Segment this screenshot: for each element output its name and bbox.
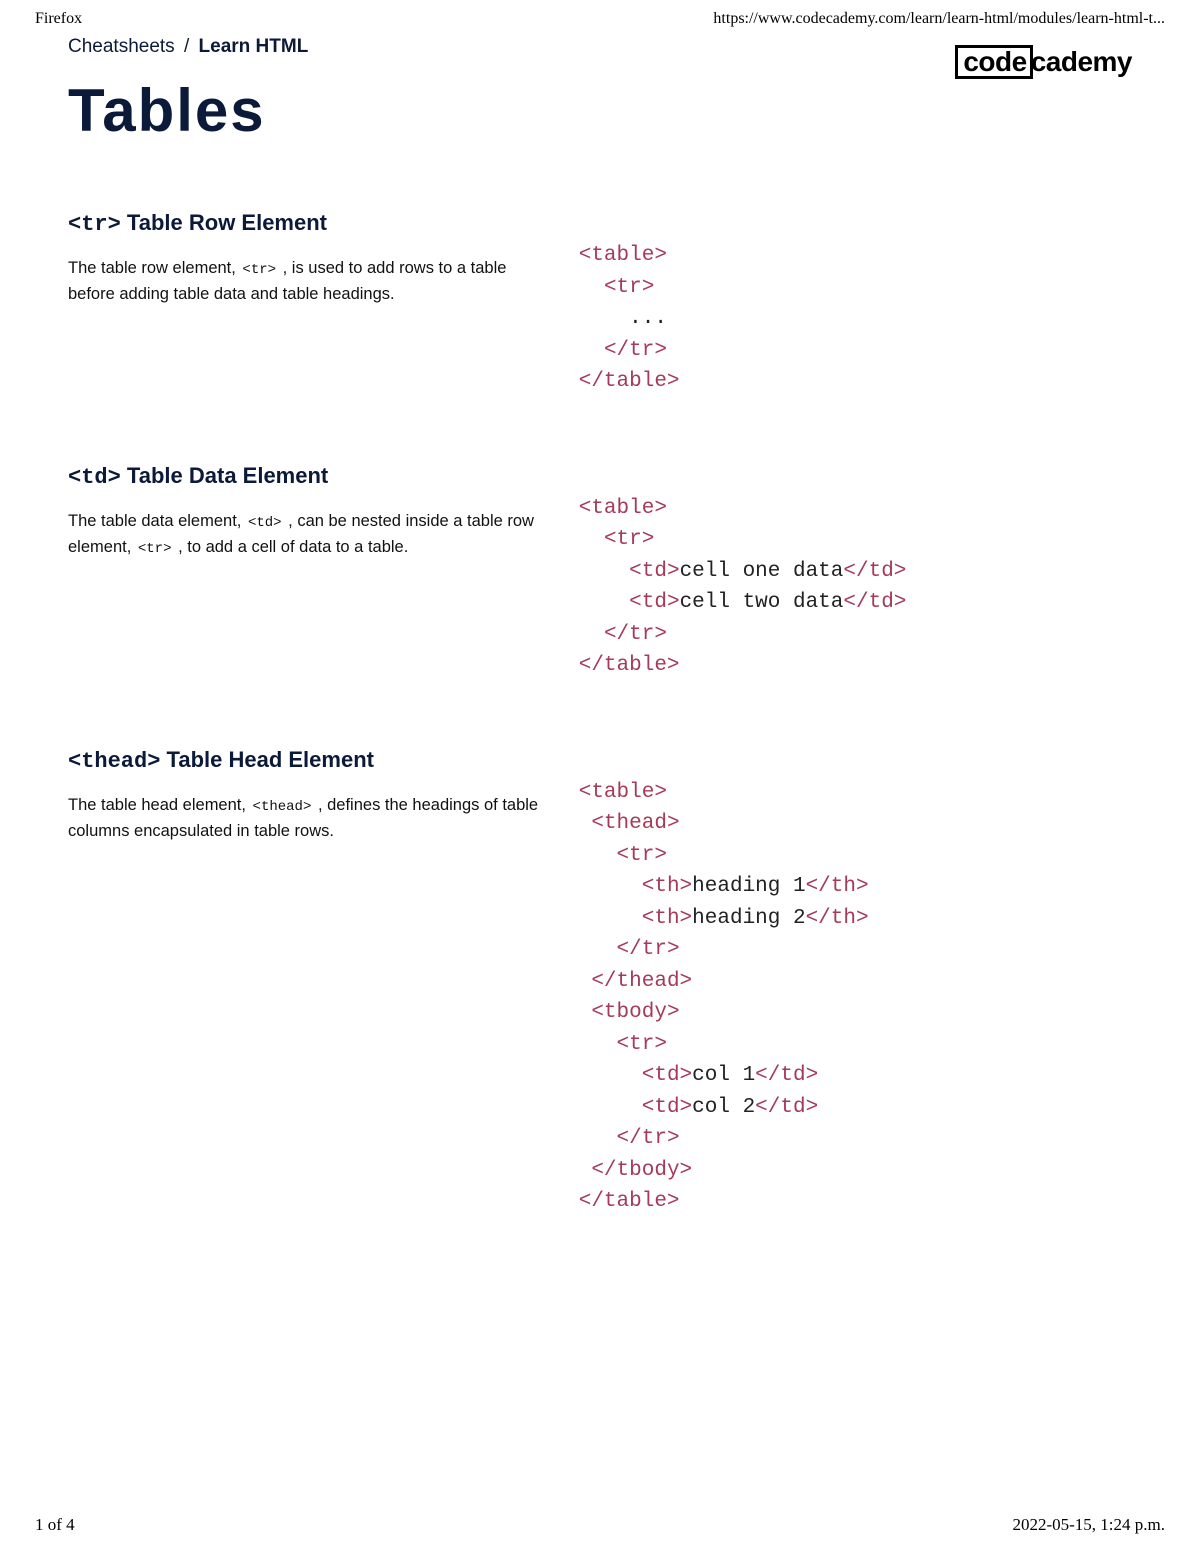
code-block: <table> <tr> <td>cell one data</td> <td>… <box>579 493 1132 682</box>
section: <thead> Table Head Element The table head… <box>68 747 1132 1218</box>
section-title: <tr> Table Row Element <box>68 210 549 237</box>
section-left: <td> Table Data Element The table data el… <box>68 463 579 561</box>
inline-code: <td> <box>246 515 284 531</box>
section-left: <thead> Table Head Element The table head… <box>68 747 579 845</box>
section-title-tag: <td> <box>68 465 121 490</box>
page-url: https://www.codecademy.com/learn/learn-h… <box>713 10 1165 28</box>
section-title-text: Table Head Element <box>160 747 374 772</box>
inline-code: <tr> <box>136 541 174 557</box>
section-title-text: Table Row Element <box>121 210 327 235</box>
page-counter: 1 of 4 <box>35 1515 75 1535</box>
print-timestamp: 2022-05-15, 1:24 p.m. <box>1012 1515 1165 1535</box>
page-title: Tables <box>68 76 1132 145</box>
section-description: The table data element, <td> , can be ne… <box>68 508 549 561</box>
section-title-tag: <thead> <box>68 749 160 774</box>
section-description: The table head element, <thead> , define… <box>68 792 549 845</box>
section-right: <table> <thead> <tr> <th>heading 1</th> … <box>579 747 1132 1218</box>
print-header: Firefox https://www.codecademy.com/learn… <box>0 0 1200 28</box>
section-right: <table> <tr> ... </tr> </table> <box>579 210 1132 398</box>
logo-rest: cademy <box>1031 46 1132 77</box>
logo: codecademy <box>955 45 1132 79</box>
section-right: <table> <tr> <td>cell one data</td> <td>… <box>579 463 1132 682</box>
breadcrumb-root[interactable]: Cheatsheets <box>68 36 175 57</box>
breadcrumb-separator: / <box>184 36 189 57</box>
inline-code: <thead> <box>251 799 314 815</box>
section-title-tag: <tr> <box>68 212 121 237</box>
print-footer: 1 of 4 2022-05-15, 1:24 p.m. <box>35 1515 1165 1535</box>
code-block: <table> <thead> <tr> <th>heading 1</th> … <box>579 777 1132 1218</box>
inline-code: <tr> <box>240 262 278 278</box>
browser-name: Firefox <box>35 10 82 28</box>
section-title: <td> Table Data Element <box>68 463 549 490</box>
logo-box: code <box>955 45 1032 79</box>
code-block: <table> <tr> ... </tr> </table> <box>579 240 1132 398</box>
breadcrumb-current: Learn HTML <box>199 36 309 57</box>
section-left: <tr> Table Row Element The table row elem… <box>68 210 579 308</box>
section: <td> Table Data Element The table data el… <box>68 463 1132 682</box>
section-title: <thead> Table Head Element <box>68 747 549 774</box>
section-description: The table row element, <tr> , is used to… <box>68 255 549 308</box>
section: <tr> Table Row Element The table row elem… <box>68 210 1132 398</box>
section-title-text: Table Data Element <box>121 463 328 488</box>
